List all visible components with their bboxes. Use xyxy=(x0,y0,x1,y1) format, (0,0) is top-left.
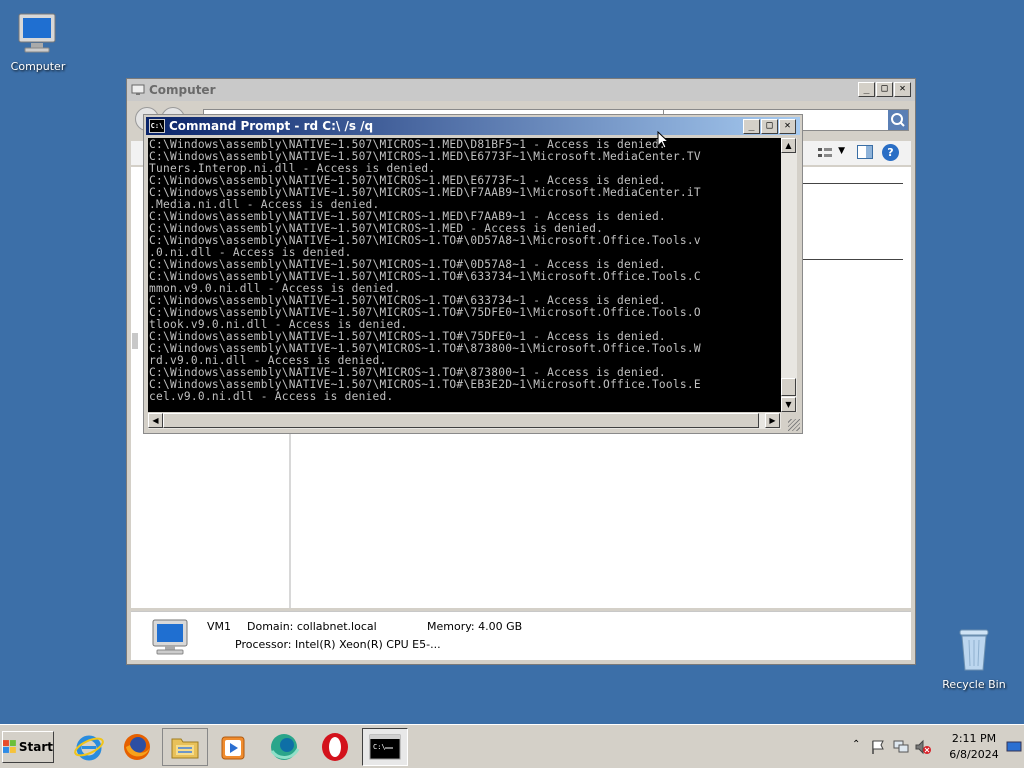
network-icon[interactable] xyxy=(892,739,910,755)
cmd-title: Command Prompt - rd C:\ /s /q xyxy=(169,119,374,133)
help-icon[interactable]: ? xyxy=(882,144,899,161)
start-label: Start xyxy=(18,740,53,754)
scroll-left-arrow-icon[interactable]: ◀ xyxy=(148,413,163,428)
maximize-button[interactable]: □ xyxy=(761,119,778,134)
domain-info: Domain: collabnet.local xyxy=(247,620,377,633)
explorer-titlebar[interactable]: Computer xyxy=(127,79,915,101)
file-explorer-icon xyxy=(171,738,199,759)
pane-splitter[interactable] xyxy=(132,333,138,349)
start-button[interactable]: Start xyxy=(2,731,54,763)
computer-name: VM1 xyxy=(207,620,232,633)
taskbar: Start C:\ ⌃ xyxy=(0,724,1024,768)
explorer-title: Computer xyxy=(149,83,216,97)
cmd-titlebar[interactable]: C:\ Command Prompt - rd C:\ /s /q xyxy=(146,117,800,135)
action-center-flag-icon[interactable] xyxy=(870,739,886,755)
search-icon[interactable] xyxy=(888,110,908,130)
close-button[interactable]: ✕ xyxy=(779,119,796,134)
taskbar-app-media-player[interactable] xyxy=(210,728,256,766)
windows-logo-icon xyxy=(3,740,16,753)
taskbar-app-command-prompt[interactable]: C:\ xyxy=(362,728,408,766)
taskbar-app-file-explorer[interactable] xyxy=(162,728,208,766)
firefox-icon xyxy=(124,734,150,760)
minimize-button[interactable]: _ xyxy=(858,82,875,97)
memory-info: Memory: 4.00 GB xyxy=(427,620,523,633)
volume-muted-icon[interactable] xyxy=(914,739,932,755)
scroll-right-arrow-icon[interactable]: ▶ xyxy=(765,413,780,428)
media-player-icon xyxy=(221,736,245,760)
console-output[interactable]: C:\Windows\assembly\NATIVE~1.507\MICROS~… xyxy=(148,138,781,412)
browser-icon xyxy=(270,734,300,760)
details-pane: VM1 Domain: collabnet.local Memory: 4.00… xyxy=(131,611,911,660)
clock-time: 2:11 PM xyxy=(951,732,997,745)
cmd-window-controls: _ □ ✕ xyxy=(743,119,796,134)
scroll-up-arrow-icon[interactable]: ▲ xyxy=(781,138,796,153)
scrollbar-thumb[interactable] xyxy=(781,378,796,396)
taskbar-app-firefox[interactable] xyxy=(114,728,160,766)
show-hidden-icons-icon[interactable]: ⌃ xyxy=(852,739,860,750)
command-prompt-icon: C:\ xyxy=(369,734,401,760)
taskbar-app-browser[interactable] xyxy=(262,728,308,766)
explorer-window-controls: _ □ ✕ xyxy=(858,82,911,97)
opera-icon xyxy=(322,733,348,761)
mouse-cursor-icon xyxy=(657,131,669,149)
internet-explorer-icon xyxy=(74,735,104,761)
command-prompt-window[interactable]: C:\ Command Prompt - rd C:\ /s /q _ □ ✕ … xyxy=(143,114,803,434)
recycle-bin-icon xyxy=(959,629,989,671)
vertical-scrollbar[interactable]: ▲ ▼ xyxy=(781,138,797,412)
console-text: C:\Windows\assembly\NATIVE~1.507\MICROS~… xyxy=(149,138,701,403)
computer-small-icon xyxy=(131,84,145,95)
resize-grip[interactable] xyxy=(788,419,800,431)
desktop-icon-recycle-bin[interactable]: Recycle Bin xyxy=(936,626,1012,691)
command-prompt-icon: C:\ xyxy=(149,119,165,133)
taskbar-app-opera[interactable] xyxy=(312,728,358,766)
scrollbar-thumb[interactable] xyxy=(163,413,759,428)
computer-icon xyxy=(18,13,56,53)
taskbar-clock[interactable]: 2:11 PM 6/8/2024 xyxy=(938,731,1010,763)
horizontal-scrollbar[interactable]: ◀ ▶ xyxy=(148,413,781,429)
processor-info: Processor: Intel(R) Xeon(R) CPU E5-... xyxy=(235,638,441,651)
maximize-button[interactable]: □ xyxy=(876,82,893,97)
svg-text:C:\: C:\ xyxy=(373,743,386,751)
computer-icon xyxy=(152,619,188,655)
scroll-down-arrow-icon[interactable]: ▼ xyxy=(781,397,796,412)
close-button[interactable]: ✕ xyxy=(894,82,911,97)
clock-date: 6/8/2024 xyxy=(949,748,999,761)
minimize-button[interactable]: _ xyxy=(743,119,760,134)
views-icon[interactable] xyxy=(817,146,833,160)
desktop-icon-label: Computer xyxy=(10,60,66,73)
preview-pane-icon[interactable] xyxy=(857,145,873,159)
taskbar-app-internet-explorer[interactable] xyxy=(66,728,112,766)
desktop-icon-label: Recycle Bin xyxy=(942,678,1006,691)
desktop-icon-computer[interactable]: Computer xyxy=(0,10,76,73)
views-dropdown-arrow-icon[interactable]: ▼ xyxy=(838,146,845,156)
